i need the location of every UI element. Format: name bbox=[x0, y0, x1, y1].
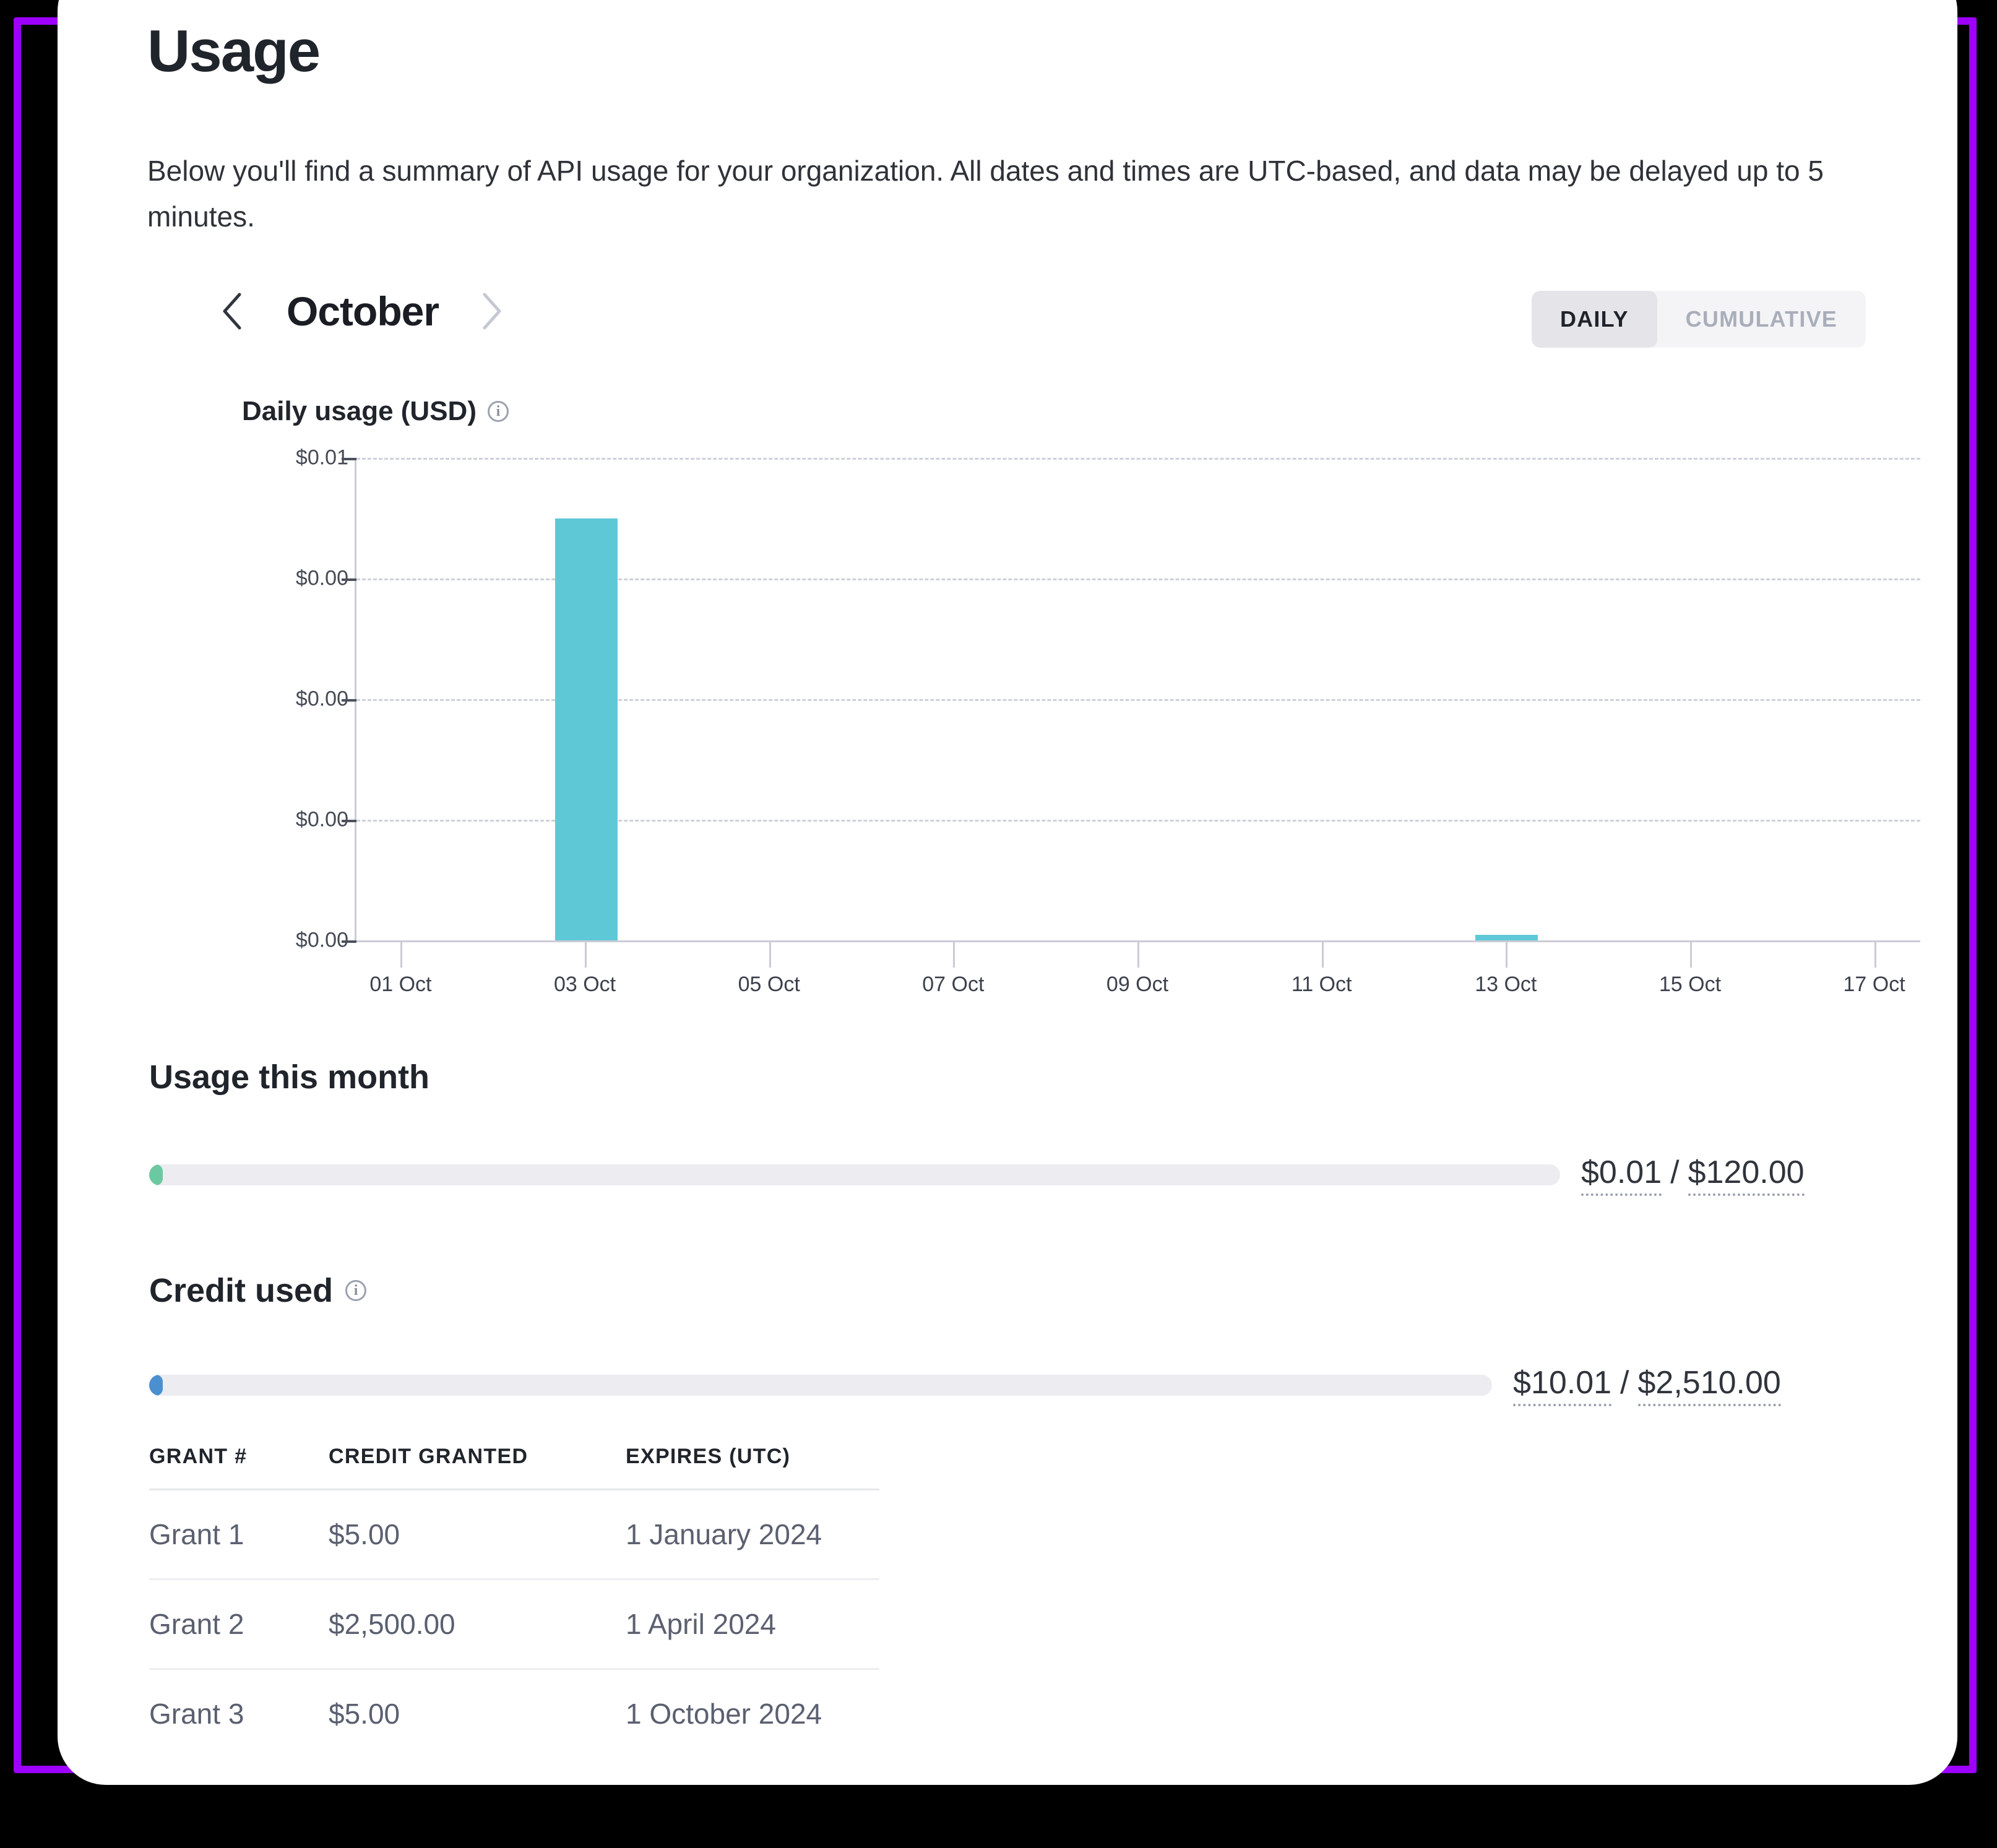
usage-progress-value: $0.01 / $120.00 bbox=[1581, 1154, 1805, 1196]
credit-separator: / bbox=[1620, 1365, 1629, 1401]
x-axis-tick bbox=[1874, 940, 1876, 968]
cell-grant-number: Grant 2 bbox=[149, 1579, 329, 1670]
cell-credit-granted: $5.00 bbox=[329, 1698, 400, 1730]
x-axis-tick bbox=[953, 940, 955, 968]
usage-progress-bar bbox=[149, 1164, 1560, 1185]
table-row: Grant 1 $5.00 1 January 2024 bbox=[149, 1489, 879, 1580]
x-axis-tick-label: 17 Oct bbox=[1843, 973, 1905, 996]
x-axis-tick bbox=[1321, 940, 1324, 968]
usage-progress-fill bbox=[149, 1164, 163, 1185]
x-axis-tick-label: 15 Oct bbox=[1658, 973, 1722, 996]
cell-expires-date: 1 April 2024 bbox=[626, 1579, 879, 1670]
credit-progress-row: $10.01 / $2,510.00 bbox=[149, 1364, 1781, 1406]
x-axis-tick-label: 09 Oct bbox=[1106, 973, 1169, 996]
column-header-credit-granted: CREDIT GRANTED bbox=[329, 1445, 626, 1490]
cell-credit-granted: $5.00 bbox=[329, 1489, 626, 1580]
chart-title: Daily usage (USD) i bbox=[242, 396, 509, 427]
x-axis-tick bbox=[1506, 940, 1508, 968]
usage-view-toggle: DAILY CUMULATIVE bbox=[1531, 291, 1866, 348]
cell-grant-number: Grant 3 bbox=[149, 1698, 244, 1730]
x-axis-tick bbox=[400, 940, 403, 968]
column-header-expires: EXPIRES (UTC) bbox=[626, 1445, 879, 1490]
y-axis-tick bbox=[342, 820, 356, 822]
chart-bar[interactable] bbox=[1475, 934, 1538, 940]
info-icon[interactable]: i bbox=[487, 401, 509, 422]
y-axis-tick bbox=[342, 578, 356, 581]
table-row: Grant 2 $2,500.00 1 April 2024 bbox=[149, 1579, 879, 1670]
month-navigation: October bbox=[211, 288, 512, 335]
chart-bar[interactable] bbox=[555, 518, 618, 940]
usage-panel-card: Usage Below you'll find a summary of API… bbox=[58, 0, 1957, 1785]
page-title: Usage bbox=[147, 18, 321, 84]
chart-y-axis: $0.01 $0.00 $0.00 $0.00 $0.00 bbox=[200, 446, 348, 952]
chart-x-axis: 01 Oct 03 Oct 05 Oct 07 Oct 09 Oct 11 Oct 13 O… bbox=[355, 940, 1920, 1015]
credit-used-label: Credit used bbox=[149, 1272, 334, 1309]
y-axis-tick-label: $0.01 bbox=[295, 445, 348, 470]
credit-progress-bar bbox=[149, 1375, 1492, 1396]
tab-daily[interactable]: DAILY bbox=[1531, 291, 1657, 348]
cell-expires-date: 1 October 2024 bbox=[626, 1698, 822, 1730]
y-axis-tick bbox=[342, 458, 356, 460]
tab-cumulative[interactable]: CUMULATIVE bbox=[1657, 291, 1866, 348]
y-axis-tick-label: $0.00 bbox=[295, 566, 348, 590]
usage-used-amount: $0.01 bbox=[1581, 1154, 1662, 1196]
cell-expires-date: 1 January 2024 bbox=[626, 1489, 879, 1580]
usage-this-month-heading: Usage this month bbox=[149, 1058, 429, 1096]
x-axis-tick bbox=[1689, 940, 1692, 968]
y-axis-tick bbox=[342, 699, 356, 702]
x-axis-tick bbox=[1137, 940, 1139, 968]
table-row: Grant 3 $5.00 1 October 2024 bbox=[149, 1669, 879, 1758]
table-header-row: GRANT # CREDIT GRANTED EXPIRES (UTC) bbox=[149, 1445, 879, 1490]
chart-title-label: Daily usage (USD) bbox=[242, 396, 477, 426]
credit-progress-value: $10.01 / $2,510.00 bbox=[1513, 1364, 1781, 1406]
x-axis-tick bbox=[585, 940, 587, 968]
credit-used-heading: Credit used i bbox=[149, 1271, 367, 1310]
x-axis-tick-label: 11 Oct bbox=[1291, 973, 1352, 996]
cell-credit-granted: $2,500.00 bbox=[329, 1579, 626, 1670]
usage-limit-amount: $120.00 bbox=[1688, 1154, 1805, 1196]
grants-table: GRANT # CREDIT GRANTED EXPIRES (UTC) Gra… bbox=[149, 1445, 879, 1758]
info-icon[interactable]: i bbox=[345, 1280, 367, 1301]
previous-month-chevron-icon[interactable] bbox=[211, 290, 254, 333]
chart-gridline bbox=[356, 458, 1920, 460]
cell-grant-number: Grant 1 bbox=[149, 1489, 329, 1580]
y-axis-tick-label: $0.00 bbox=[295, 687, 348, 711]
column-header-grant: GRANT # bbox=[149, 1445, 329, 1490]
y-axis-tick-label: $0.00 bbox=[295, 807, 348, 832]
usage-progress-row: $0.01 / $120.00 bbox=[149, 1154, 1805, 1196]
x-axis-tick-label: 13 Oct bbox=[1475, 973, 1537, 996]
x-axis-tick-label: 05 Oct bbox=[738, 973, 800, 996]
usage-this-month-label: Usage this month bbox=[149, 1059, 430, 1096]
current-month-label: October bbox=[287, 288, 439, 334]
y-axis-tick-label: $0.00 bbox=[295, 928, 348, 952]
x-axis-tick bbox=[769, 940, 771, 968]
x-axis-tick-label: 07 Oct bbox=[922, 973, 985, 996]
credit-used-amount: $10.01 bbox=[1513, 1364, 1612, 1406]
x-axis-tick-label: 01 Oct bbox=[369, 973, 432, 996]
next-month-chevron-icon[interactable] bbox=[468, 290, 512, 333]
usage-separator: / bbox=[1670, 1154, 1680, 1190]
credit-limit-amount: $2,510.00 bbox=[1637, 1364, 1781, 1406]
daily-usage-chart: $0.01 $0.00 $0.00 $0.00 $0.00 01 Oct 03 Oct 05… bbox=[200, 446, 1926, 996]
page-description: Below you'll find a summary of API usage… bbox=[147, 155, 1824, 233]
x-axis-tick-label: 03 Oct bbox=[553, 973, 616, 996]
chart-plot-area bbox=[342, 458, 1920, 943]
credit-progress-fill bbox=[149, 1375, 163, 1396]
